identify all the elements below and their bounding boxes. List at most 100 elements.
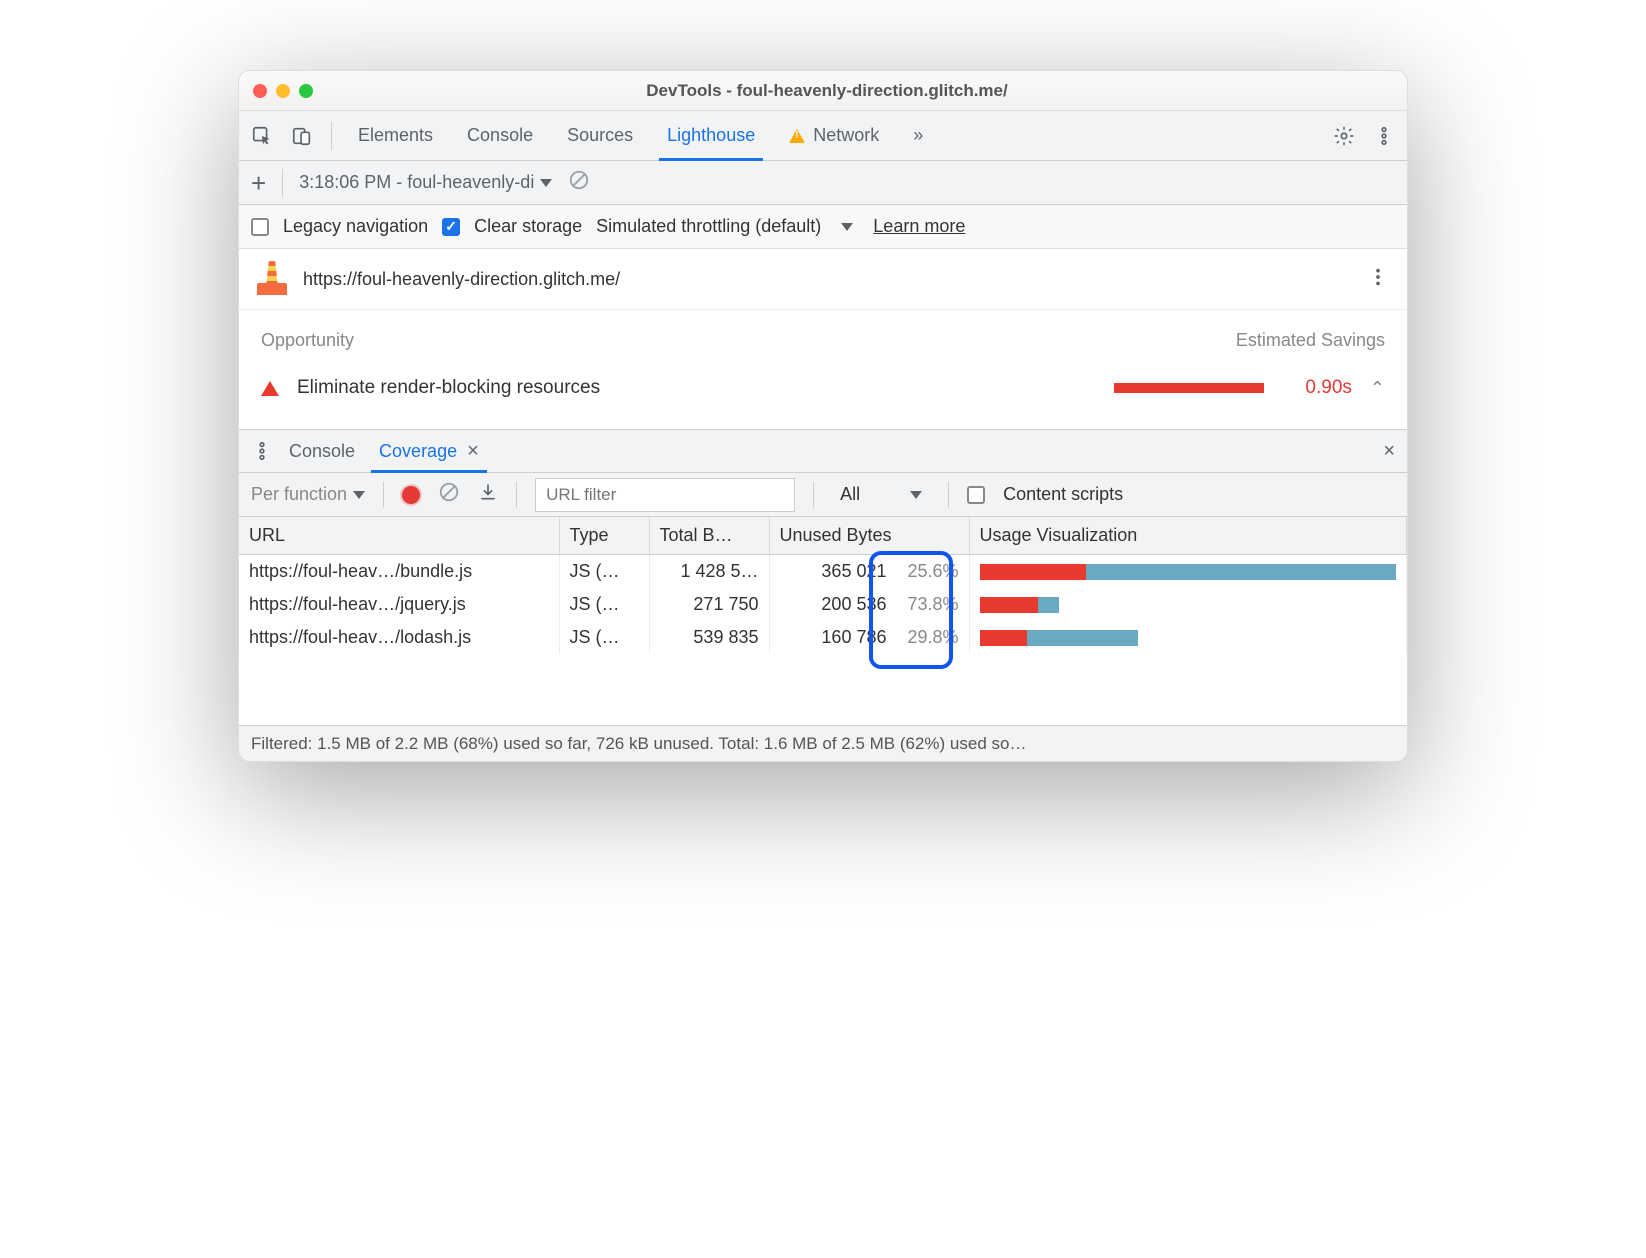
more-tabs-button[interactable]: » bbox=[905, 111, 931, 161]
coverage-table: URL Type Total B… Unused Bytes Usage Vis… bbox=[239, 517, 1407, 555]
fail-triangle-icon bbox=[261, 381, 279, 396]
report-url-row: https://foul-heavenly-direction.glitch.m… bbox=[239, 249, 1407, 310]
cell-unused: 365 02125.6% bbox=[769, 555, 969, 588]
tab-label: Console bbox=[467, 125, 533, 146]
col-type[interactable]: Type bbox=[559, 517, 649, 555]
tab-label: Sources bbox=[567, 125, 633, 146]
device-toggle-icon[interactable] bbox=[291, 125, 313, 147]
opportunity-header: Opportunity Estimated Savings bbox=[239, 310, 1407, 363]
report-url: https://foul-heavenly-direction.glitch.m… bbox=[303, 269, 620, 290]
caret-down-icon bbox=[540, 179, 552, 187]
status-text: Filtered: 1.5 MB of 2.2 MB (68%) used so… bbox=[251, 734, 1026, 754]
cell-total: 539 835 bbox=[649, 621, 769, 654]
new-report-button[interactable]: + bbox=[251, 170, 266, 196]
col-viz[interactable]: Usage Visualization bbox=[969, 517, 1407, 555]
close-drawer-icon[interactable]: × bbox=[1383, 440, 1395, 463]
cell-viz bbox=[969, 555, 1407, 588]
coverage-status-bar: Filtered: 1.5 MB of 2.2 MB (68%) used so… bbox=[239, 725, 1407, 761]
content-scripts-label: Content scripts bbox=[1003, 484, 1123, 505]
savings-bar bbox=[1114, 383, 1264, 393]
drawer-menu-icon[interactable] bbox=[251, 440, 273, 462]
table-row[interactable]: https://foul-heav…/lodash.jsJS (…539 835… bbox=[239, 621, 1407, 654]
window-controls bbox=[253, 84, 313, 98]
warning-icon bbox=[789, 129, 805, 143]
devtools-window: DevTools - foul-heavenly-direction.glitc… bbox=[238, 70, 1408, 762]
report-history-select[interactable]: 3:18:06 PM - foul-heavenly-di bbox=[299, 172, 552, 193]
caret-down-icon bbox=[353, 491, 365, 499]
kebab-menu-icon[interactable] bbox=[1373, 125, 1395, 147]
close-tab-icon[interactable]: × bbox=[467, 440, 479, 463]
savings-time: 0.90s bbox=[1282, 377, 1352, 399]
type-filter-label: All bbox=[840, 484, 860, 505]
opportunity-header-label: Opportunity bbox=[261, 330, 354, 351]
zoom-window-button[interactable] bbox=[299, 84, 313, 98]
clear-report-icon[interactable] bbox=[568, 169, 590, 196]
cell-unused: 160 78629.8% bbox=[769, 621, 969, 654]
coverage-table-body: https://foul-heav…/bundle.jsJS (…1 428 5… bbox=[239, 555, 1407, 725]
tab-label: Console bbox=[289, 441, 355, 462]
cell-total: 1 428 5… bbox=[649, 555, 769, 588]
tab-sources[interactable]: Sources bbox=[559, 111, 641, 161]
lighthouse-run-bar: + 3:18:06 PM - foul-heavenly-di bbox=[239, 161, 1407, 205]
legacy-navigation-label: Legacy navigation bbox=[283, 216, 428, 237]
cell-url: https://foul-heav…/jquery.js bbox=[239, 588, 559, 621]
tab-label: Elements bbox=[358, 125, 433, 146]
table-row[interactable]: https://foul-heav…/jquery.jsJS (…271 750… bbox=[239, 588, 1407, 621]
tab-network[interactable]: Network bbox=[781, 111, 887, 161]
throttling-label: Simulated throttling (default) bbox=[596, 216, 821, 237]
clear-storage-checkbox[interactable] bbox=[442, 218, 460, 236]
col-total[interactable]: Total B… bbox=[649, 517, 769, 555]
cell-unused: 200 53673.8% bbox=[769, 588, 969, 621]
tab-elements[interactable]: Elements bbox=[350, 111, 441, 161]
export-coverage-icon[interactable] bbox=[478, 482, 498, 507]
record-button[interactable] bbox=[402, 486, 420, 504]
lighthouse-icon bbox=[257, 263, 287, 295]
cell-url: https://foul-heav…/lodash.js bbox=[239, 621, 559, 654]
tab-label: Coverage bbox=[379, 441, 457, 462]
coverage-toolbar: Per function All Content scripts bbox=[239, 473, 1407, 517]
titlebar: DevTools - foul-heavenly-direction.glitc… bbox=[239, 71, 1407, 111]
table-row[interactable]: https://foul-heav…/bundle.jsJS (…1 428 5… bbox=[239, 555, 1407, 588]
drawer-tab-coverage[interactable]: Coverage × bbox=[371, 429, 487, 473]
tab-lighthouse[interactable]: Lighthouse bbox=[659, 111, 763, 161]
throttling-caret-icon[interactable] bbox=[841, 223, 853, 231]
history-label: 3:18:06 PM - foul-heavenly-di bbox=[299, 172, 534, 193]
tab-label: Lighthouse bbox=[667, 125, 755, 146]
col-url[interactable]: URL bbox=[239, 517, 559, 555]
type-filter-select[interactable]: All bbox=[832, 484, 930, 505]
chevron-right-icon: » bbox=[913, 125, 923, 146]
granularity-select[interactable]: Per function bbox=[251, 484, 365, 505]
learn-more-link[interactable]: Learn more bbox=[873, 216, 965, 237]
close-window-button[interactable] bbox=[253, 84, 267, 98]
clear-coverage-icon[interactable] bbox=[438, 481, 460, 508]
granularity-label: Per function bbox=[251, 484, 347, 505]
table-header-row: URL Type Total B… Unused Bytes Usage Vis… bbox=[239, 517, 1407, 555]
cell-url: https://foul-heav…/bundle.js bbox=[239, 555, 559, 588]
window-title: DevTools - foul-heavenly-direction.glitc… bbox=[313, 81, 1341, 101]
opportunity-label: Eliminate render-blocking resources bbox=[297, 377, 600, 399]
lighthouse-options-bar: Legacy navigation Clear storage Simulate… bbox=[239, 205, 1407, 249]
caret-down-icon bbox=[910, 491, 922, 499]
settings-gear-icon[interactable] bbox=[1333, 125, 1355, 147]
report-menu-icon[interactable] bbox=[1367, 266, 1389, 293]
tab-console[interactable]: Console bbox=[459, 111, 541, 161]
content-scripts-checkbox[interactable] bbox=[967, 486, 985, 504]
savings-header-label: Estimated Savings bbox=[1236, 330, 1385, 351]
cell-type: JS (… bbox=[559, 588, 649, 621]
minimize-window-button[interactable] bbox=[276, 84, 290, 98]
chevron-up-icon[interactable]: ⌃ bbox=[1370, 378, 1385, 399]
drawer-tab-console[interactable]: Console bbox=[289, 429, 355, 473]
url-filter-input[interactable] bbox=[535, 478, 795, 512]
cell-viz bbox=[969, 621, 1407, 654]
drawer-tabs: Console Coverage × × bbox=[239, 429, 1407, 473]
cell-total: 271 750 bbox=[649, 588, 769, 621]
cell-viz bbox=[969, 588, 1407, 621]
main-toolbar: Elements Console Sources Lighthouse Netw… bbox=[239, 111, 1407, 161]
opportunity-item[interactable]: Eliminate render-blocking resources 0.90… bbox=[239, 363, 1407, 429]
col-unused[interactable]: Unused Bytes bbox=[769, 517, 969, 555]
inspect-element-icon[interactable] bbox=[251, 125, 273, 147]
tab-label: Network bbox=[813, 125, 879, 146]
legacy-navigation-checkbox[interactable] bbox=[251, 218, 269, 236]
cell-type: JS (… bbox=[559, 621, 649, 654]
cell-type: JS (… bbox=[559, 555, 649, 588]
